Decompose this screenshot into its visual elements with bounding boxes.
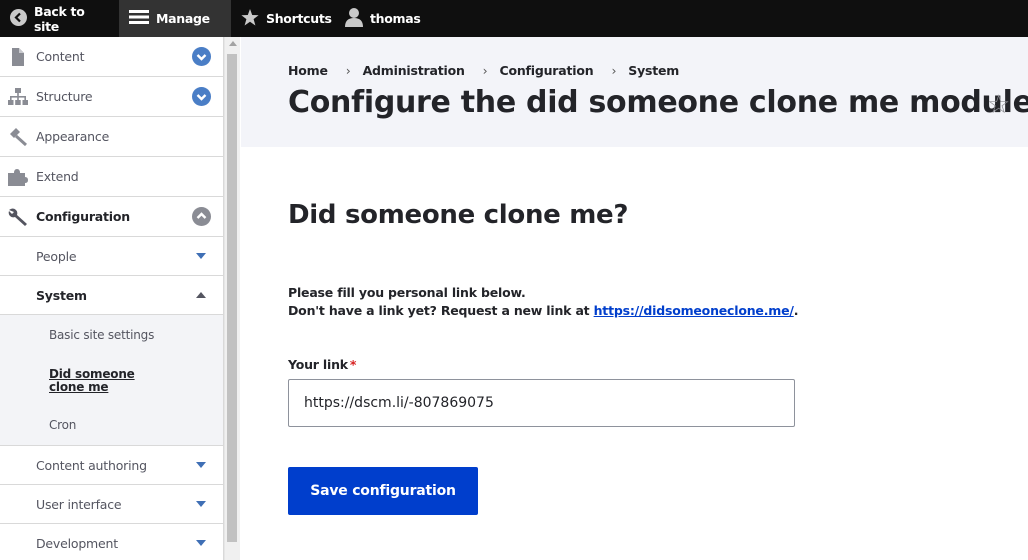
- required-marker: *: [349, 357, 357, 372]
- sidebar-item-content-authoring[interactable]: Content authoring: [0, 446, 223, 485]
- sidebar-item-cron[interactable]: Cron: [0, 406, 223, 445]
- scroll-up-arrow-icon[interactable]: [229, 41, 237, 46]
- sidebar-item-label: Content: [36, 49, 85, 64]
- scrollbar-thumb[interactable]: [227, 54, 237, 542]
- breadcrumb-separator: ›: [482, 63, 488, 78]
- triangle-up-icon[interactable]: [196, 292, 206, 298]
- star-icon: [241, 8, 259, 29]
- user-label: thomas: [370, 11, 421, 26]
- your-link-label-text: Your link: [288, 357, 348, 372]
- user-menu-button[interactable]: thomas: [335, 0, 421, 37]
- hamburger-icon: [129, 9, 149, 28]
- chevron-down-icon[interactable]: [192, 47, 211, 66]
- back-to-site-label: Back to site: [34, 3, 85, 34]
- shortcuts-button[interactable]: Shortcuts: [231, 0, 335, 37]
- sidebar-item-label: User interface: [36, 496, 122, 512]
- description-line-2: Don't have a link yet? Request a new lin…: [288, 302, 798, 320]
- triangle-down-icon[interactable]: [196, 462, 206, 468]
- add-shortcut-star-icon[interactable]: ☆: [987, 92, 1010, 118]
- manage-button[interactable]: Manage: [119, 0, 231, 37]
- sidebar-item-label: Appearance: [36, 129, 110, 144]
- sitemap-icon: [8, 88, 28, 106]
- triangle-down-icon[interactable]: [196, 540, 206, 546]
- manage-label: Manage: [156, 11, 210, 26]
- sidebar-item-label: Content authoring: [36, 457, 147, 473]
- your-link-input[interactable]: [288, 379, 795, 427]
- sidebar-item-label: Extend: [36, 169, 79, 184]
- sidebar-item-appearance[interactable]: Appearance: [0, 117, 223, 157]
- main-content: Did someone clone me? Please fill you pe…: [241, 147, 1028, 560]
- paintbrush-icon: [8, 128, 28, 147]
- breadcrumb-separator: ›: [345, 63, 351, 78]
- user-icon: [345, 7, 363, 30]
- file-icon: [8, 48, 28, 66]
- form-heading: Did someone clone me?: [288, 200, 629, 230]
- sidebar-item-extend[interactable]: Extend: [0, 157, 223, 197]
- back-to-site-button[interactable]: Back to site: [0, 0, 119, 37]
- sidebar-item-structure[interactable]: Structure: [0, 77, 223, 117]
- sidebar-item-content[interactable]: Content: [0, 37, 223, 77]
- sidebar-item-label: People: [36, 248, 77, 264]
- breadcrumb-configuration[interactable]: Configuration: [499, 63, 593, 78]
- description-prefix: Don't have a link yet? Request a new lin…: [288, 303, 594, 318]
- sidebar-item-basic-site-settings[interactable]: Basic site settings: [0, 315, 223, 355]
- your-link-label: Your link *: [288, 357, 356, 372]
- breadcrumb-system[interactable]: System: [628, 63, 679, 78]
- page-header: Home › Administration › Configuration › …: [241, 37, 1028, 147]
- shortcuts-label: Shortcuts: [266, 11, 332, 26]
- request-link[interactable]: https://didsomeoneclone.me/: [594, 303, 794, 318]
- chevron-down-icon[interactable]: [192, 87, 211, 106]
- sidebar-item-did-someone-clone-me[interactable]: Did someone clone me: [0, 355, 170, 406]
- sidebar-item-label: Structure: [36, 89, 93, 104]
- admin-sidebar: Content Structure Appearance Extend Conf…: [0, 37, 224, 560]
- description-suffix: .: [793, 303, 799, 318]
- page-title: Configure the did someone clone me modul…: [288, 85, 1028, 120]
- system-submenu: Basic site settings Did someone clone me…: [0, 315, 223, 446]
- sidebar-scrollbar[interactable]: [224, 37, 240, 560]
- triangle-down-icon[interactable]: [196, 253, 206, 259]
- puzzle-icon: [8, 168, 28, 186]
- sidebar-item-development[interactable]: Development: [0, 524, 223, 560]
- chevron-left-circle-icon: [10, 8, 27, 29]
- sidebar-item-label: Development: [36, 535, 118, 551]
- breadcrumb: Home › Administration › Configuration › …: [288, 63, 679, 78]
- sidebar-item-people[interactable]: People: [0, 237, 223, 276]
- wrench-icon: [8, 208, 28, 226]
- breadcrumb-administration[interactable]: Administration: [363, 63, 465, 78]
- sidebar-item-user-interface[interactable]: User interface: [0, 485, 223, 524]
- sidebar-item-system[interactable]: System: [0, 276, 223, 315]
- breadcrumb-separator: ›: [611, 63, 617, 78]
- description-line-1: Please fill you personal link below.: [288, 285, 526, 300]
- form-description: Please fill you personal link below. Don…: [288, 284, 798, 320]
- admin-toolbar: Back to site Manage Shortcuts thomas: [0, 0, 1028, 37]
- breadcrumb-home[interactable]: Home: [288, 63, 328, 78]
- sidebar-item-label: Configuration: [36, 209, 130, 224]
- triangle-down-icon[interactable]: [196, 501, 206, 507]
- sidebar-item-label: System: [36, 287, 87, 303]
- sidebar-item-configuration[interactable]: Configuration: [0, 197, 223, 237]
- chevron-up-icon[interactable]: [192, 207, 211, 226]
- save-configuration-button[interactable]: Save configuration: [288, 467, 478, 515]
